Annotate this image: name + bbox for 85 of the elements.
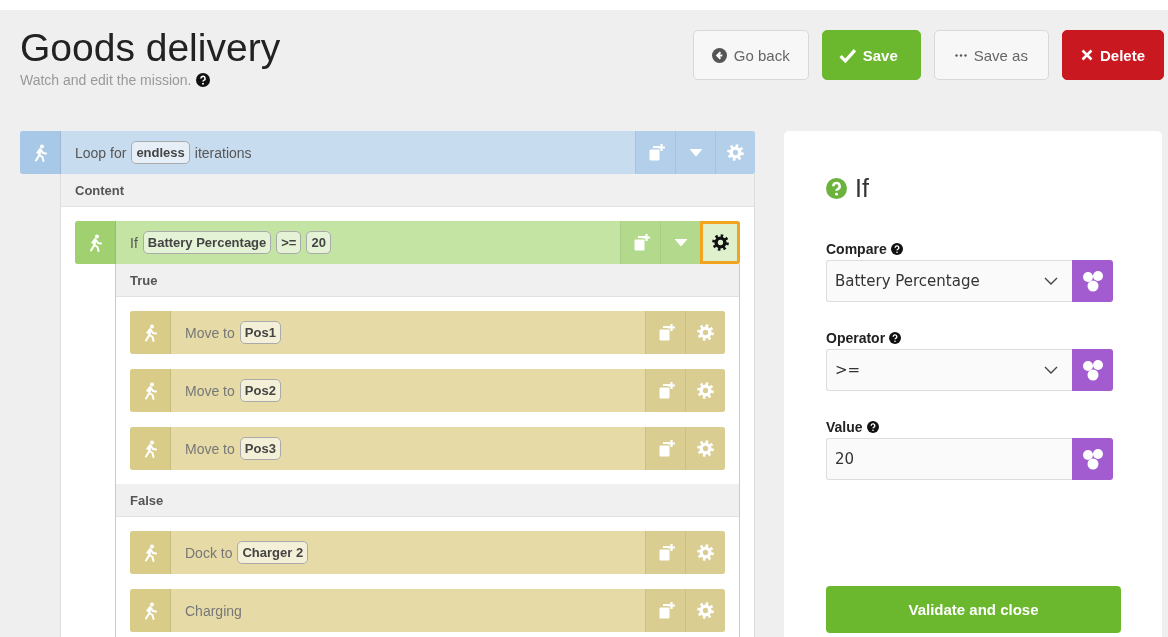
chevron-down-icon bbox=[1044, 277, 1058, 285]
copy-plus-icon bbox=[631, 233, 650, 252]
add-copy-button[interactable] bbox=[645, 531, 685, 574]
block-label: Charging bbox=[185, 602, 242, 619]
help-icon bbox=[889, 332, 902, 344]
section-header: False bbox=[116, 484, 739, 517]
add-copy-button[interactable] bbox=[620, 221, 660, 264]
add-copy-button[interactable] bbox=[645, 369, 685, 412]
three-circles-icon bbox=[1080, 269, 1105, 293]
gear-icon bbox=[696, 601, 715, 620]
caret-icon bbox=[674, 239, 687, 246]
add-copy-button[interactable] bbox=[635, 131, 675, 174]
parameter-tag[interactable]: Pos1 bbox=[239, 321, 281, 344]
panel-title: If bbox=[855, 174, 869, 203]
action-block-header[interactable]: Dock to Charger 2 bbox=[130, 531, 725, 574]
parameter-tag[interactable]: 20 bbox=[306, 231, 331, 254]
parameter-tag[interactable]: Pos2 bbox=[239, 379, 281, 402]
block-label: Move to bbox=[185, 382, 235, 399]
select-field[interactable]: >= bbox=[826, 349, 1072, 391]
page-title: Goods delivery bbox=[20, 26, 281, 70]
add-copy-button[interactable] bbox=[645, 427, 685, 470]
variable-button[interactable] bbox=[1072, 260, 1113, 302]
field-label: Compare bbox=[826, 241, 887, 257]
parameter-tag[interactable]: endless bbox=[131, 141, 190, 164]
walking-person-icon bbox=[142, 601, 158, 620]
action-block-header[interactable]: Move to Pos2 bbox=[130, 369, 725, 412]
help-icon bbox=[196, 73, 211, 87]
save-as-button[interactable]: Save as bbox=[933, 30, 1049, 80]
gear-icon bbox=[696, 323, 715, 342]
block-label: Move to bbox=[185, 440, 235, 457]
gear-icon bbox=[696, 381, 715, 400]
copy-plus-icon bbox=[656, 601, 675, 620]
settings-button[interactable] bbox=[700, 221, 740, 264]
help-icon bbox=[866, 421, 879, 433]
action-block-header[interactable]: Move to Pos1 bbox=[130, 311, 725, 354]
parameter-tag[interactable]: >= bbox=[276, 231, 302, 254]
three-circles-icon bbox=[1080, 447, 1105, 471]
copy-plus-icon bbox=[656, 543, 675, 562]
ellipsis-icon bbox=[954, 52, 967, 58]
go-back-button[interactable]: Go back bbox=[692, 30, 809, 80]
copy-plus-icon bbox=[656, 439, 675, 458]
help-icon bbox=[890, 243, 903, 255]
action-block-header[interactable]: Move to Pos3 bbox=[130, 427, 725, 470]
copy-plus-icon bbox=[646, 143, 665, 162]
input-field[interactable]: 20 bbox=[826, 438, 1072, 480]
if-block-header[interactable]: If Battery Percentage >= 20 bbox=[75, 221, 740, 264]
loop-block-header[interactable]: Loop for endless iterations bbox=[20, 131, 755, 174]
dropdown-button[interactable] bbox=[675, 131, 715, 174]
walking-person-icon bbox=[142, 381, 158, 400]
walking-person-icon bbox=[142, 439, 158, 458]
parameter-tag[interactable]: Pos3 bbox=[239, 437, 281, 460]
delete-button[interactable]: Delete bbox=[1061, 30, 1164, 80]
block-label: Dock to bbox=[185, 544, 233, 561]
caret-icon bbox=[689, 149, 702, 156]
walking-person-icon bbox=[87, 233, 103, 252]
three-circles-icon bbox=[1080, 358, 1105, 382]
parameter-tag[interactable]: Battery Percentage bbox=[142, 231, 272, 254]
variable-button[interactable] bbox=[1072, 349, 1113, 391]
gear-icon bbox=[696, 543, 715, 562]
gear-icon bbox=[711, 233, 730, 252]
chevron-down-icon bbox=[1044, 366, 1058, 374]
select-field[interactable]: Battery Percentage bbox=[826, 260, 1072, 302]
block-label: Move to bbox=[185, 324, 235, 341]
section-header: Content bbox=[61, 174, 754, 207]
block-label: Loop for bbox=[75, 144, 127, 161]
block-label: If bbox=[130, 234, 138, 251]
walking-person-icon bbox=[32, 143, 48, 162]
page-subtitle: Watch and edit the mission. bbox=[20, 72, 192, 88]
checkmark-icon bbox=[838, 46, 856, 64]
block-label: iterations bbox=[194, 144, 252, 161]
variable-button[interactable] bbox=[1072, 438, 1113, 480]
field-label: Value bbox=[826, 419, 863, 435]
walking-person-icon bbox=[142, 543, 158, 562]
gear-icon bbox=[726, 143, 745, 162]
copy-plus-icon bbox=[656, 323, 675, 342]
section-header: True bbox=[116, 264, 739, 297]
add-copy-button[interactable] bbox=[645, 589, 685, 632]
walking-person-icon bbox=[142, 323, 158, 342]
parameter-tag[interactable]: Charger 2 bbox=[237, 541, 309, 564]
add-copy-button[interactable] bbox=[645, 311, 685, 354]
help-icon bbox=[826, 178, 847, 199]
copy-plus-icon bbox=[656, 381, 675, 400]
gear-icon bbox=[696, 439, 715, 458]
close-icon bbox=[1080, 49, 1093, 61]
field-label: Operator bbox=[826, 330, 886, 346]
